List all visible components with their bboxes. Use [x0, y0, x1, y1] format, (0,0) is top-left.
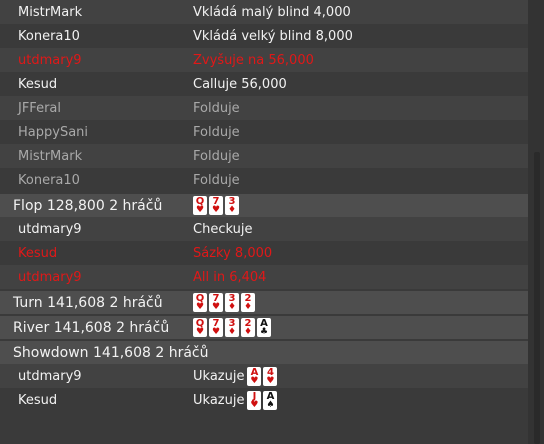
- playing-card: J ♥: [247, 390, 262, 410]
- flop-cards: Q ♥ 7 ♥ 3 ♦: [193, 196, 239, 215]
- action-text: Folduje: [193, 124, 240, 140]
- card-suit-icon: ♥: [211, 302, 221, 312]
- turn-cards: Q ♥ 7 ♥ 3 ♦ 2 ♦: [193, 293, 255, 312]
- player-name: Kesud: [18, 76, 58, 92]
- playing-card: 2 ♦: [241, 293, 255, 312]
- river-cards: Q ♥ 7 ♥ 3 ♦ 2 ♦ A ♣: [193, 318, 271, 337]
- card-suit-icon: ♥: [195, 327, 205, 337]
- showdown-actions: utdmary9 Ukazuje A ♥ 4 ♥ Kesud Ukazuje J ♥ A ♠: [0, 364, 528, 412]
- scrollbar-thumb[interactable]: [534, 152, 540, 444]
- action-text: Calluje 56,000: [193, 76, 287, 92]
- action-text: Folduje: [193, 148, 240, 164]
- card-suit-icon: ♠: [266, 399, 275, 410]
- action-text: Folduje: [193, 100, 240, 116]
- turn-header: Turn 141,608 2 hráčů Q ♥ 7 ♥ 3 ♦ 2 ♦: [0, 291, 528, 314]
- playing-card: 3 ♦: [225, 196, 239, 215]
- card-suit-icon: ♥: [250, 399, 259, 410]
- card-suit-icon: ♦: [243, 327, 253, 337]
- player-name: utdmary9: [18, 269, 82, 285]
- playing-card: 3 ♦: [225, 318, 239, 337]
- action-row: Kesud Ukazuje J ♥ A ♠: [0, 388, 528, 412]
- card-suit-icon: ♦: [227, 205, 237, 215]
- playing-card: 3 ♦: [225, 293, 239, 312]
- action-text: Ukazuje: [193, 392, 245, 408]
- flop-header: Flop 128,800 2 hráčů Q ♥ 7 ♥ 3 ♦: [0, 194, 528, 217]
- player-name: utdmary9: [18, 368, 82, 384]
- action-text: Sázky 8,000: [193, 245, 273, 261]
- playing-card: 7 ♥: [209, 293, 223, 312]
- card-suit-icon: ♥: [250, 375, 259, 386]
- action-text: Ukazuje: [193, 368, 245, 384]
- playing-card: Q ♥: [193, 318, 207, 337]
- card-suit-icon: ♥: [195, 302, 205, 312]
- action-row: Konera10 Vkládá velký blind 8,000: [0, 24, 528, 48]
- action-row: Kesud Sázky 8,000: [0, 241, 528, 265]
- action-row: Kesud Calluje 56,000: [0, 72, 528, 96]
- player-name: MistrMark: [18, 4, 83, 20]
- card-suit-icon: ♥: [195, 205, 205, 215]
- card-suit-icon: ♦: [243, 302, 253, 312]
- playing-card: A ♠: [263, 390, 278, 410]
- player-name: MistrMark: [18, 148, 83, 164]
- action-row: utdmary9 Checkuje: [0, 217, 528, 241]
- flop-actions: utdmary9 Checkuje Kesud Sázky 8,000 utdmary9…: [0, 217, 528, 289]
- action-row: HappySani Folduje: [0, 120, 528, 144]
- action-row: Konera10 Folduje: [0, 168, 528, 192]
- shown-cards: A ♥ 4 ♥: [247, 366, 278, 386]
- playing-card: 2 ♦: [241, 318, 255, 337]
- card-suit-icon: ♥: [211, 205, 221, 215]
- card-suit-icon: ♣: [259, 327, 269, 337]
- player-name: Kesud: [18, 392, 58, 408]
- action-text: All in 6,404: [193, 269, 267, 285]
- playing-card: A ♥: [247, 366, 262, 386]
- playing-card: 7 ♥: [209, 318, 223, 337]
- shown-cards: J ♥ A ♠: [247, 390, 278, 410]
- scrollbar[interactable]: [528, 0, 544, 444]
- player-name: Konera10: [18, 28, 80, 44]
- showdown-header: Showdown 141,608 2 hráčů: [0, 341, 528, 364]
- action-row: JFFeral Folduje: [0, 96, 528, 120]
- action-row: MistrMark Vkládá malý blind 4,000: [0, 0, 528, 24]
- card-suit-icon: ♥: [211, 327, 221, 337]
- player-name: JFFeral: [18, 100, 61, 116]
- playing-card: 4 ♥: [263, 366, 278, 386]
- player-name: Konera10: [18, 172, 80, 188]
- action-text: Zvyšuje na 56,000: [193, 52, 314, 68]
- playing-card: A ♣: [257, 318, 271, 337]
- action-text: Vkládá malý blind 4,000: [193, 4, 351, 20]
- preflop-section: MistrMark Vkládá malý blind 4,000 Konera10…: [0, 0, 528, 192]
- action-row: utdmary9 Ukazuje A ♥ 4 ♥: [0, 364, 528, 388]
- action-row: utdmary9 All in 6,404: [0, 265, 528, 289]
- action-text: Vkládá velký blind 8,000: [193, 28, 353, 44]
- river-header: River 141,608 2 hráčů Q ♥ 7 ♥ 3 ♦ 2 ♦ A ♣: [0, 316, 528, 339]
- playing-card: 7 ♥: [209, 196, 223, 215]
- card-suit-icon: ♥: [266, 375, 275, 386]
- card-suit-icon: ♦: [227, 302, 237, 312]
- action-text: Folduje: [193, 172, 240, 188]
- player-name: HappySani: [18, 124, 89, 140]
- river-title: River 141,608 2 hráčů: [13, 319, 170, 336]
- player-name: utdmary9: [18, 52, 82, 68]
- showdown-title: Showdown 141,608 2 hráčů: [13, 344, 209, 361]
- hand-history-log: MistrMark Vkládá malý blind 4,000 Konera10…: [0, 0, 528, 412]
- player-name: utdmary9: [18, 221, 82, 237]
- action-row: utdmary9 Zvyšuje na 56,000: [0, 48, 528, 72]
- playing-card: Q ♥: [193, 196, 207, 215]
- flop-title: Flop 128,800 2 hráčů: [13, 197, 163, 214]
- action-text: Checkuje: [193, 221, 253, 237]
- turn-title: Turn 141,608 2 hráčů: [13, 294, 163, 311]
- playing-card: Q ♥: [193, 293, 207, 312]
- player-name: Kesud: [18, 245, 58, 261]
- action-row: MistrMark Folduje: [0, 144, 528, 168]
- card-suit-icon: ♦: [227, 327, 237, 337]
